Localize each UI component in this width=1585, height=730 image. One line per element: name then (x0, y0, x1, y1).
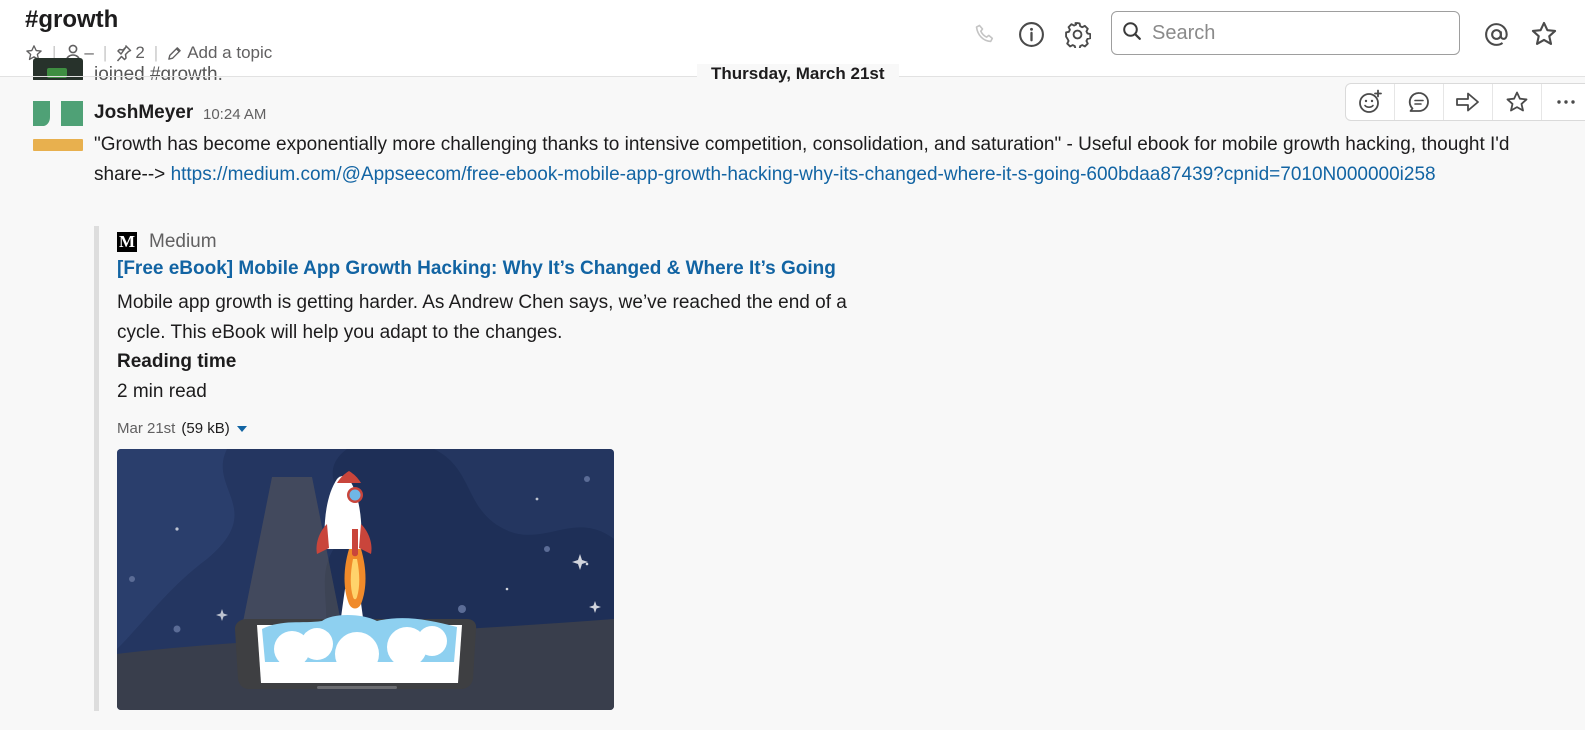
unfurl-image[interactable] (117, 449, 614, 710)
service-name: Medium (149, 231, 217, 252)
message-body: "Growth has become exponentially more ch… (94, 130, 1554, 190)
gear-icon[interactable] (1061, 18, 1093, 50)
file-date: Mar 21st (117, 420, 176, 437)
more-icon[interactable] (1542, 84, 1585, 120)
message-actions (1345, 83, 1585, 121)
channel-title[interactable]: #growth (25, 6, 118, 34)
unfurl-title-link[interactable]: [Free eBook] Mobile App Growth Hacking: … (117, 258, 836, 280)
search-input[interactable] (1150, 20, 1444, 46)
unfurl-service: M Medium (117, 231, 217, 253)
file-meta: Mar 21st (59 kB) (117, 420, 247, 437)
message-link[interactable]: https://medium.com/@Appseecom/free-ebook… (171, 164, 1436, 185)
file-size: (59 kB) (181, 420, 230, 437)
star-icon[interactable] (1493, 84, 1542, 120)
field-title: Reading time (117, 351, 237, 372)
share-icon[interactable] (1444, 84, 1493, 120)
medium-logo-icon: M (117, 232, 137, 252)
info-icon[interactable] (1015, 18, 1047, 50)
message-timestamp[interactable]: 10:24 AM (203, 106, 266, 123)
phone-icon[interactable] (969, 18, 1001, 50)
message-author[interactable]: JoshMeyer (94, 102, 193, 124)
starred-items-star-icon[interactable] (1528, 18, 1560, 50)
avatar[interactable] (33, 101, 83, 151)
search-box[interactable] (1111, 11, 1460, 55)
date-label[interactable]: Thursday, March 21st (697, 64, 899, 84)
field-value: 2 min read (117, 381, 207, 402)
link-unfurl: M Medium [Free eBook] Mobile App Growth … (94, 226, 874, 711)
unfurl-description: Mobile app growth is getting harder. As … (117, 292, 847, 343)
caret-down-icon[interactable] (236, 425, 247, 432)
at-icon[interactable] (1480, 18, 1512, 50)
reply-thread-icon[interactable] (1395, 84, 1444, 120)
add-reaction-icon[interactable] (1346, 84, 1395, 120)
search-icon (1122, 21, 1142, 46)
